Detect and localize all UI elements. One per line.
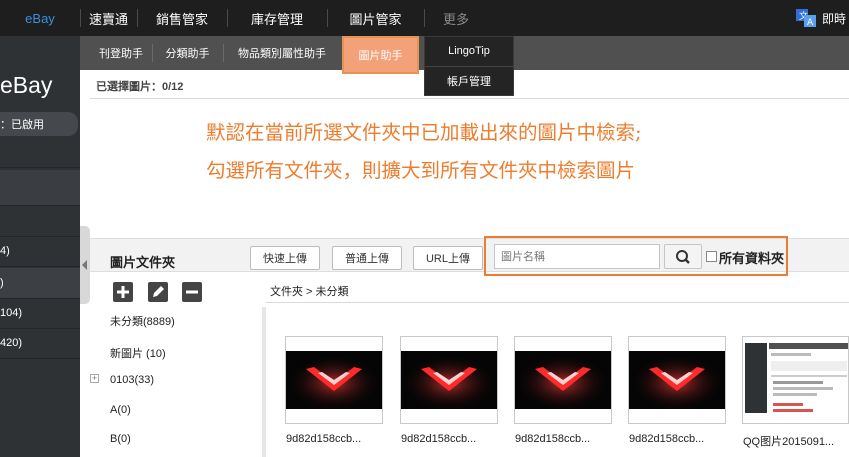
image-thumbnail[interactable] bbox=[514, 336, 612, 424]
sidebar-row[interactable] bbox=[0, 207, 80, 237]
image-name-search-input[interactable] bbox=[494, 244, 660, 269]
image-caption: QQ图片2015091... bbox=[743, 436, 835, 448]
translate-icon[interactable]: 文 A bbox=[796, 9, 816, 27]
edit-folder-button[interactable] bbox=[148, 282, 168, 302]
selected-image-count: 已選擇圖片：0/12 bbox=[96, 81, 184, 93]
image-thumbnail[interactable] bbox=[285, 336, 383, 424]
nav-item-aliexpress[interactable]: 速賣通 bbox=[80, 0, 137, 36]
svg-text:A: A bbox=[807, 18, 814, 27]
divider bbox=[90, 98, 849, 99]
all-folders-checkbox[interactable] bbox=[706, 251, 717, 262]
red-chevron-image bbox=[629, 351, 725, 409]
sidebar-item[interactable]: 420) bbox=[0, 328, 80, 359]
nav-item-ebay[interactable]: eBay bbox=[0, 0, 80, 36]
delete-folder-button[interactable] bbox=[182, 282, 202, 302]
sidebar-row[interactable] bbox=[0, 170, 80, 206]
image-thumbnail[interactable] bbox=[400, 336, 498, 424]
screenshot-image bbox=[743, 337, 848, 423]
tab-image-assistant[interactable]: 圖片助手 bbox=[342, 36, 419, 74]
red-chevron-image bbox=[515, 351, 611, 409]
image-caption: 9d82d158ccb... bbox=[286, 433, 362, 445]
url-upload-button[interactable]: URL上傳 bbox=[413, 246, 483, 270]
nav-item-inventory[interactable]: 庫存管理 bbox=[227, 0, 327, 36]
sidebar-item[interactable]: 4) bbox=[0, 236, 80, 267]
left-sidebar: eBay ：已啟用 4) ) 104) 420) bbox=[0, 36, 80, 457]
folder-item[interactable]: 0103(33) bbox=[110, 374, 154, 386]
pencil-icon bbox=[153, 286, 164, 297]
tab-listing-assistant[interactable]: 刊登助手 bbox=[90, 36, 152, 70]
red-chevron-image bbox=[401, 351, 497, 409]
image-folder-title: 圖片文件夾 bbox=[110, 255, 176, 270]
menu-item-account-management[interactable]: 帳戶管理 bbox=[425, 67, 513, 95]
sidebar-title: eBay bbox=[0, 72, 53, 98]
divider bbox=[266, 302, 849, 303]
nav-item-sales-manager[interactable]: 銷售管家 bbox=[137, 0, 227, 36]
normal-upload-button[interactable]: 普通上傳 bbox=[332, 246, 402, 270]
status-badge: ：已啟用 bbox=[0, 112, 78, 136]
nav-item-more[interactable]: 更多 bbox=[424, 0, 488, 36]
scroll-divider[interactable] bbox=[262, 307, 266, 457]
search-button[interactable] bbox=[664, 244, 702, 269]
add-folder-button[interactable] bbox=[113, 282, 133, 302]
red-chevron-image bbox=[286, 351, 382, 409]
image-preview bbox=[515, 351, 611, 409]
tab-category-assistant[interactable]: 分類助手 bbox=[152, 36, 223, 70]
all-folders-label: 所有資料夾 bbox=[719, 251, 785, 266]
tab-item-specifics-assistant[interactable]: 物品類別屬性助手 bbox=[223, 36, 341, 70]
folder-item[interactable]: A(0) bbox=[110, 404, 131, 416]
image-caption: 9d82d158ccb... bbox=[629, 433, 705, 445]
folder-item[interactable]: 未分類(8889) bbox=[110, 313, 175, 329]
folder-item[interactable]: 新圖片 (10) bbox=[110, 345, 166, 361]
image-thumbnail[interactable] bbox=[628, 336, 726, 424]
image-preview bbox=[629, 351, 725, 409]
menu-item-lingotip[interactable]: LingoTip bbox=[425, 37, 513, 65]
image-caption: 9d82d158ccb... bbox=[401, 433, 477, 445]
annotation-text: 勾選所有文件夾，則擴大到所有文件夾中檢索圖片 bbox=[206, 159, 636, 182]
expand-icon[interactable]: + bbox=[90, 374, 99, 383]
realtime-label[interactable]: 即時 bbox=[822, 0, 846, 36]
quick-upload-button[interactable]: 快速上傳 bbox=[250, 246, 320, 270]
sidebar-collapse-handle[interactable] bbox=[80, 226, 90, 304]
nav-item-image-manager[interactable]: 圖片管家 bbox=[327, 0, 424, 36]
chevron-left-icon bbox=[82, 260, 87, 270]
minus-icon bbox=[186, 290, 198, 294]
annotation-text: 默認在當前所選文件夾中已加載出來的圖片中檢索; bbox=[206, 121, 642, 144]
sidebar-item[interactable]: ) bbox=[0, 268, 80, 299]
sidebar-item[interactable]: 104) bbox=[0, 298, 80, 329]
more-dropdown-menu: LingoTip 帳戶管理 bbox=[424, 36, 514, 96]
image-preview bbox=[286, 351, 382, 409]
image-caption: 9d82d158ccb... bbox=[515, 433, 591, 445]
breadcrumb: 文件夾 > 未分類 bbox=[270, 286, 349, 298]
sidebar-row[interactable] bbox=[0, 138, 80, 168]
image-preview bbox=[401, 351, 497, 409]
image-thumbnail[interactable] bbox=[742, 336, 849, 424]
search-icon bbox=[676, 250, 690, 264]
folder-item[interactable]: B(0) bbox=[110, 433, 131, 445]
plus-icon bbox=[117, 286, 129, 298]
